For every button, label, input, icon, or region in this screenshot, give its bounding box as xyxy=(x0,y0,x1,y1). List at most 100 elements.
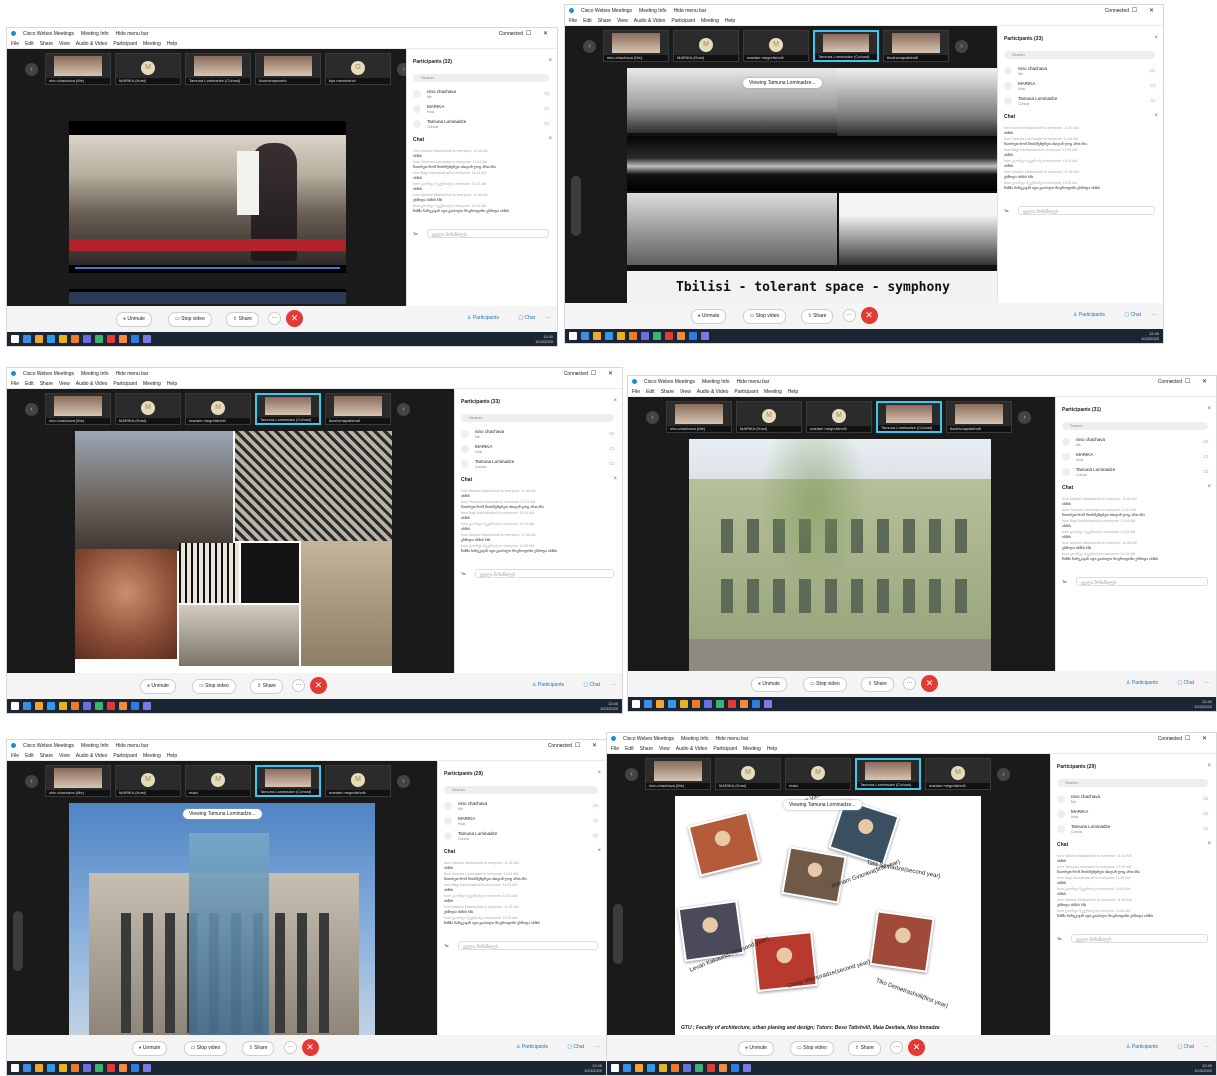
participant-thumbnail[interactable]: Tamuna Lominadze (Cohost) xyxy=(813,30,879,62)
taskbar-app-icon[interactable] xyxy=(71,1064,79,1072)
taskbar-app-icon[interactable] xyxy=(119,702,127,710)
prev-arrow-icon[interactable]: ‹ xyxy=(646,411,659,424)
next-arrow-icon[interactable]: › xyxy=(955,40,968,53)
menu-item[interactable]: Participant xyxy=(671,18,695,24)
taskbar-app-icon[interactable] xyxy=(47,335,55,343)
chat-recipient-select[interactable]: ყველა მონაწილეს xyxy=(458,941,598,950)
panel-more-icon[interactable]: ··· xyxy=(1152,309,1157,322)
taskbar-app-icon[interactable] xyxy=(647,1064,655,1072)
close-chat-icon[interactable]: × xyxy=(613,476,617,482)
end-call-icon[interactable]: ✕ xyxy=(286,310,303,327)
participant-row[interactable]: MARIKA Host ▭ xyxy=(1004,81,1155,93)
chat-recipient-select[interactable]: ყველა მონაწილეს xyxy=(1076,577,1208,586)
meeting-info-button[interactable]: Meeting Info xyxy=(702,379,730,385)
participants-panel-button[interactable]: ♙ Participants xyxy=(516,1041,548,1054)
taskbar-app-icon[interactable] xyxy=(71,335,79,343)
taskbar-app-icon[interactable] xyxy=(107,335,115,343)
participant-row[interactable]: nino chachava Me ▭ xyxy=(444,801,598,813)
close-participants-icon[interactable]: × xyxy=(1154,35,1158,41)
next-arrow-icon[interactable]: › xyxy=(997,768,1010,781)
taskbar-app-icon[interactable] xyxy=(644,700,652,708)
share-button[interactable]: ⇧ Share xyxy=(250,679,283,694)
share-button[interactable]: ⇧ Share xyxy=(848,1041,881,1056)
panel-more-icon[interactable]: ··· xyxy=(595,1041,600,1054)
participants-panel-button[interactable]: ♙ Participants xyxy=(467,312,499,325)
taskbar-app-icon[interactable] xyxy=(35,702,43,710)
stop-video-button[interactable]: ▭ Stop video xyxy=(192,679,236,694)
unmute-button[interactable]: ● Unmute xyxy=(140,679,176,694)
participant-row[interactable]: Tamuna Lominadze Cohost ▭ xyxy=(444,831,598,843)
menu-item[interactable]: Help xyxy=(167,753,177,759)
unmute-button[interactable]: ● Unmute xyxy=(116,312,152,327)
close-chat-icon[interactable]: × xyxy=(1207,484,1211,490)
participant-thumbnail[interactable]: tkoshvnapaiishvili xyxy=(325,393,391,425)
menu-item[interactable]: View xyxy=(659,746,670,752)
meeting-info-button[interactable]: Meeting Info xyxy=(81,743,109,749)
participant-search-input[interactable]: Search xyxy=(1057,779,1208,787)
menu-item[interactable]: Share xyxy=(661,389,674,395)
taskbar-app-icon[interactable] xyxy=(47,1064,55,1072)
menu-item[interactable]: Edit xyxy=(25,41,34,47)
close-chat-icon[interactable]: × xyxy=(597,848,601,854)
menu-item[interactable]: View xyxy=(617,18,628,24)
close-participants-icon[interactable]: × xyxy=(1207,406,1211,412)
participants-panel-button[interactable]: ♙ Participants xyxy=(1126,1041,1158,1054)
annotation-toolbar[interactable] xyxy=(13,911,23,971)
menu-item[interactable]: Participant xyxy=(734,389,758,395)
participant-row[interactable]: MARIKA Host ▭ xyxy=(444,816,598,828)
taskbar-app-icon[interactable] xyxy=(668,700,676,708)
share-button[interactable]: ⇧ Share xyxy=(241,1041,275,1056)
menu-item[interactable]: File xyxy=(11,753,19,759)
menu-item[interactable]: Audio & Video xyxy=(697,389,729,395)
taskbar-app-icon[interactable] xyxy=(107,702,115,710)
participant-thumbnail[interactable]: Tamuna Lominadze (Cohost) xyxy=(255,765,321,797)
hide-menu-button[interactable]: Hide menu bar xyxy=(737,379,770,385)
taskbar-app-icon[interactable] xyxy=(581,332,589,340)
taskbar-app-icon[interactable] xyxy=(731,1064,739,1072)
taskbar-app-icon[interactable] xyxy=(635,1064,643,1072)
taskbar-app-icon[interactable] xyxy=(35,1064,43,1072)
taskbar-app-icon[interactable] xyxy=(656,700,664,708)
participant-thumbnail[interactable]: Mmariam megrelishvili xyxy=(806,401,872,433)
taskbar-app-icon[interactable] xyxy=(143,335,151,343)
participant-thumbnail[interactable]: M MARIKA (Host) xyxy=(115,765,181,797)
menu-item[interactable]: View xyxy=(59,753,70,759)
end-call-icon[interactable]: ✕ xyxy=(310,677,327,694)
window-controls[interactable]: – ☐ ✕ xyxy=(1170,378,1212,385)
menu-item[interactable]: Help xyxy=(788,389,798,395)
participant-row[interactable]: Tamuna Lominadze Cohost ▭ xyxy=(1057,824,1208,836)
end-call-icon[interactable]: ✕ xyxy=(921,675,938,692)
menu-item[interactable]: Edit xyxy=(583,18,592,24)
more-options-icon[interactable]: ··· xyxy=(268,312,281,325)
participant-thumbnail[interactable]: zhiu.chachava (Me) xyxy=(45,765,111,797)
stop-video-button[interactable]: ▭ Stop video xyxy=(168,312,212,327)
menu-item[interactable]: Help xyxy=(167,41,177,47)
participant-row[interactable]: Tamuna Lominadze Cohost ▭ xyxy=(1004,96,1155,108)
participant-thumbnail[interactable]: Mmaia xyxy=(785,758,851,790)
participant-thumbnail[interactable]: Tamuna Lominadze (Cohost) xyxy=(855,758,921,790)
next-arrow-icon[interactable]: › xyxy=(397,775,410,788)
taskbar-app-icon[interactable] xyxy=(617,332,625,340)
taskbar-app-icon[interactable] xyxy=(23,335,31,343)
participant-search-input[interactable]: Search xyxy=(461,414,614,422)
taskbar-app-icon[interactable] xyxy=(11,702,19,710)
taskbar-app-icon[interactable] xyxy=(671,1064,679,1072)
participant-search-input[interactable]: Search xyxy=(1062,422,1208,430)
taskbar-app-icon[interactable] xyxy=(131,335,139,343)
taskbar-app-icon[interactable] xyxy=(95,702,103,710)
participant-thumbnail[interactable]: tkoshvnapaiishvili xyxy=(883,30,949,62)
taskbar-app-icon[interactable] xyxy=(107,1064,115,1072)
participant-row[interactable]: nino chachava Me ▭ xyxy=(1062,437,1208,449)
participant-thumbnail[interactable]: nino.chachava (Me) xyxy=(603,30,669,62)
menu-item[interactable]: File xyxy=(632,389,640,395)
taskbar-app-icon[interactable] xyxy=(743,1064,751,1072)
menu-item[interactable]: View xyxy=(680,389,691,395)
hide-menu-button[interactable]: Hide menu bar xyxy=(716,736,749,742)
participant-thumbnail[interactable]: nino.chachava (Me) xyxy=(45,53,111,85)
menu-item[interactable]: Participant xyxy=(113,753,137,759)
participant-thumbnail[interactable]: M MARIKA (Host) xyxy=(715,758,781,790)
menu-item[interactable]: Edit xyxy=(25,753,34,759)
taskbar-app-icon[interactable] xyxy=(131,702,139,710)
taskbar-app-icon[interactable] xyxy=(23,1064,31,1072)
taskbar-app-icon[interactable] xyxy=(692,700,700,708)
